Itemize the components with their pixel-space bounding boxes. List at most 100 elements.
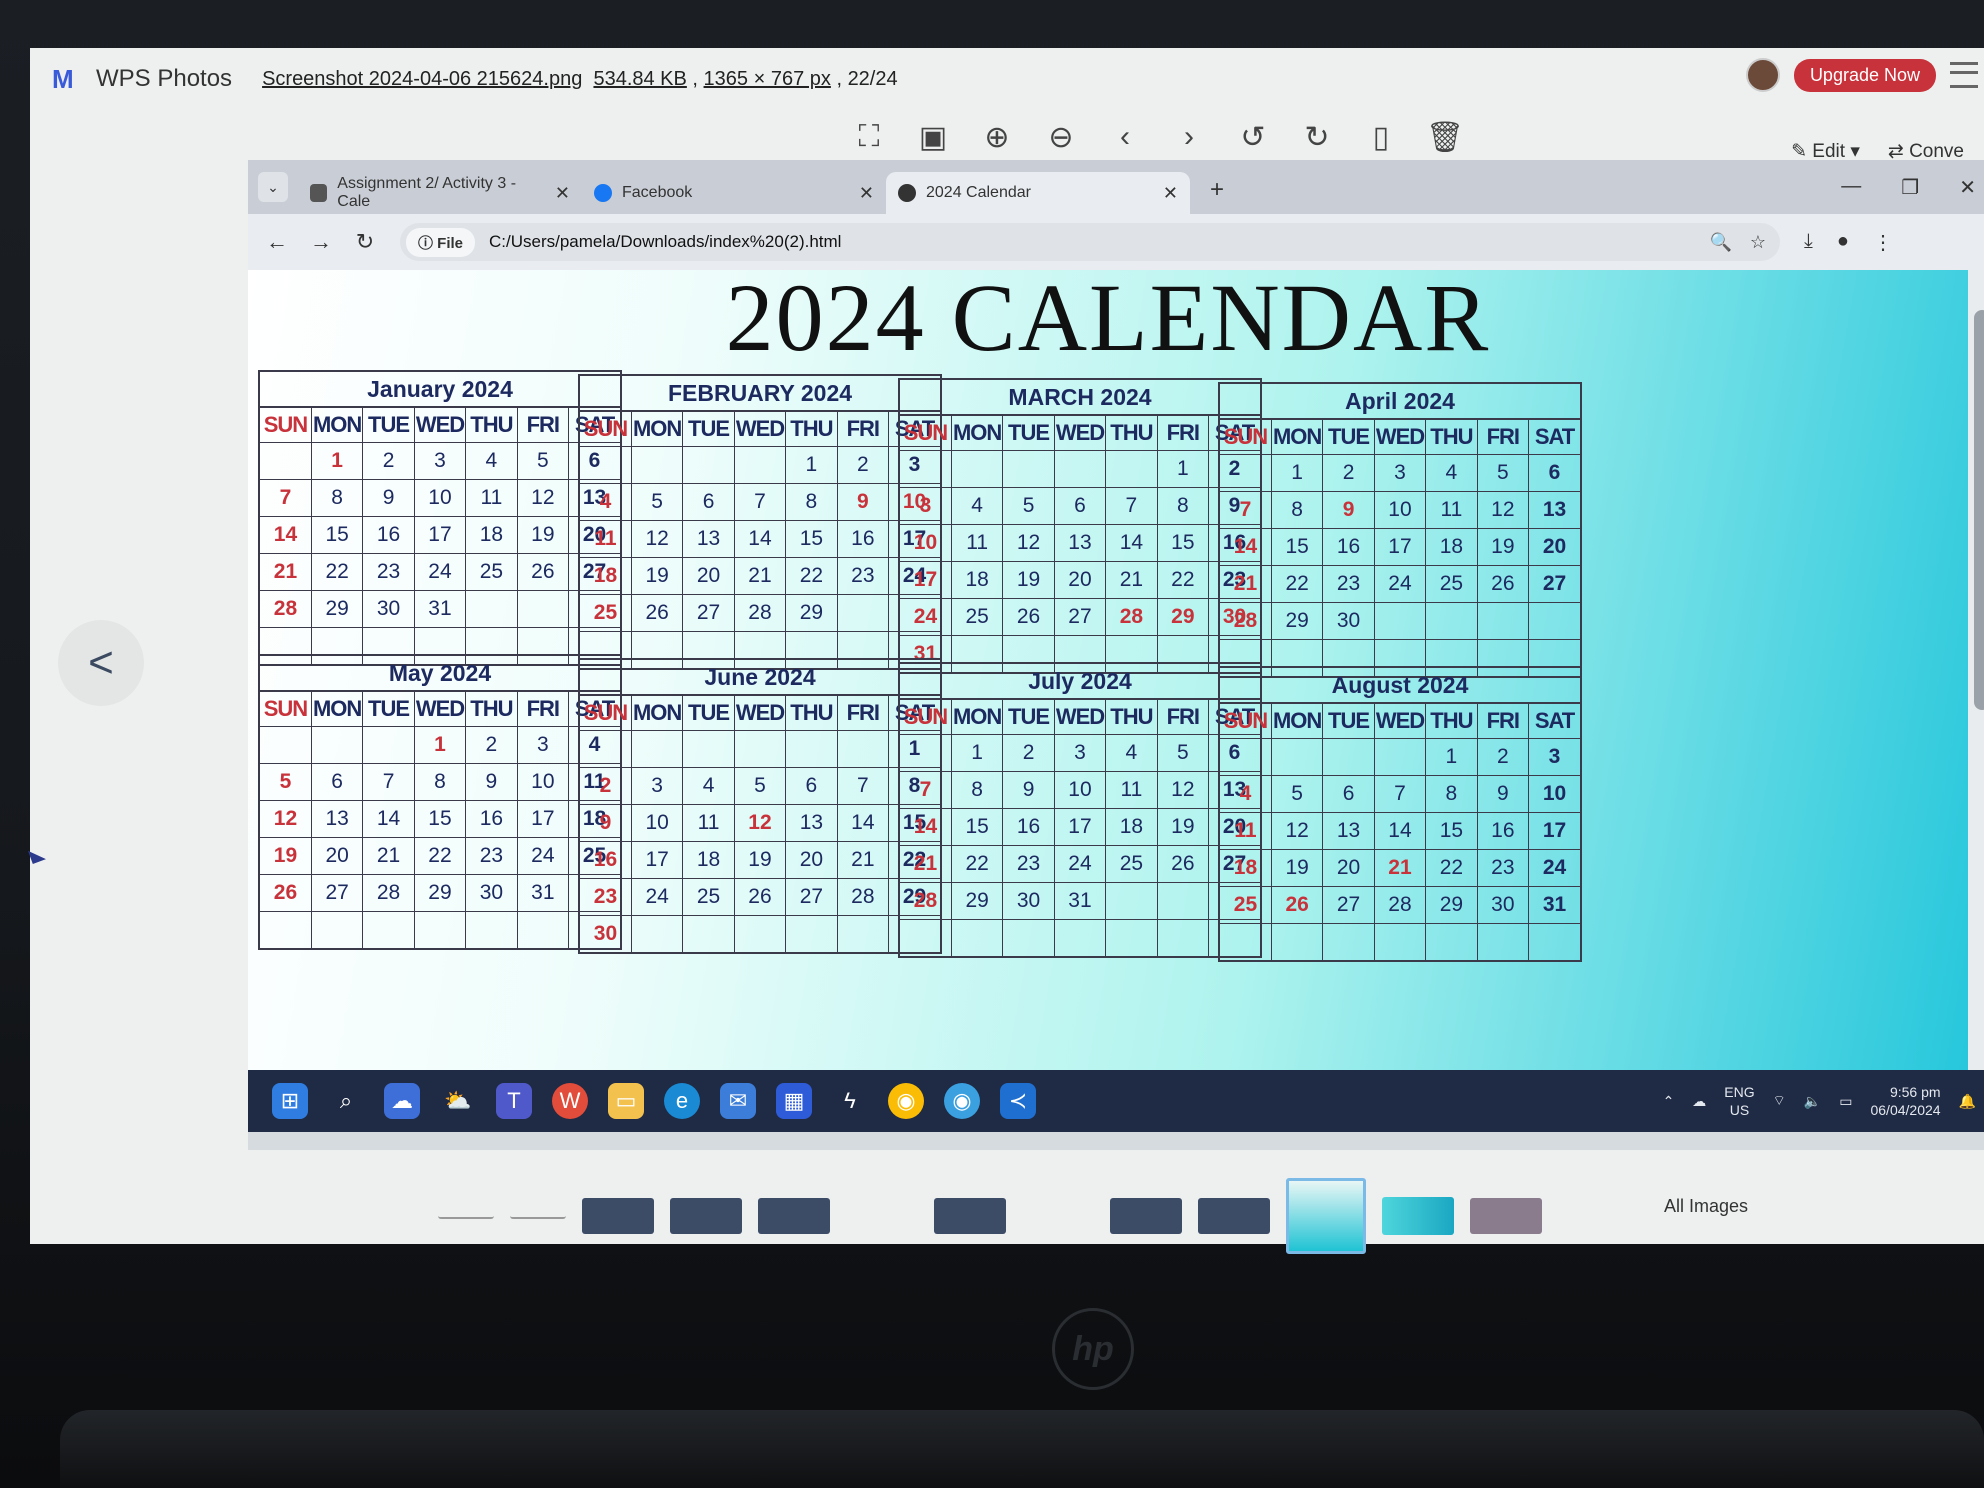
day-cell: 12 — [734, 804, 787, 842]
start-icon[interactable]: ⊞ — [272, 1083, 308, 1119]
edge-icon[interactable]: e — [664, 1083, 700, 1119]
search-icon[interactable]: ⌕ — [328, 1083, 364, 1119]
store-icon[interactable]: ▦ — [776, 1083, 812, 1119]
thumbnail[interactable] — [670, 1198, 742, 1234]
delete-icon[interactable]: 🗑 — [1426, 118, 1464, 156]
zoom-icon[interactable]: 🔍 — [1709, 232, 1731, 253]
file-explorer-icon[interactable]: ▭ — [608, 1083, 644, 1119]
thumbnail[interactable] — [758, 1198, 830, 1234]
file-chip-label: File — [437, 234, 464, 252]
new-tab-icon[interactable]: + — [1210, 176, 1224, 204]
day-cell: 20 — [1528, 528, 1580, 566]
avatar[interactable] — [1745, 58, 1780, 92]
day-cell: 9 — [1477, 775, 1530, 813]
day-cell: 21 — [1220, 565, 1272, 603]
mail-icon[interactable]: ✉ — [720, 1083, 756, 1119]
wps-office-icon[interactable]: W — [552, 1083, 588, 1119]
thumbnail[interactable] — [1110, 1198, 1182, 1234]
chrome-icon[interactable]: ◉ — [888, 1083, 924, 1119]
wifi-icon[interactable]: ⌔ — [1773, 1092, 1786, 1110]
close-icon[interactable]: ✕ — [1163, 183, 1178, 204]
thumbnail[interactable] — [934, 1198, 1006, 1234]
previous-image-button[interactable]: < — [58, 620, 144, 706]
more-menu-icon[interactable]: ⋮ — [1873, 230, 1893, 255]
forward-icon[interactable]: → — [306, 229, 336, 255]
omnibox[interactable]: ⓘ File C:/Users/pamela/Downloads/index%2… — [400, 223, 1780, 261]
chevron-up-icon[interactable]: ⌃ — [1663, 1093, 1675, 1110]
restore-icon[interactable]: ❐ — [1901, 175, 1919, 200]
notification-bell-icon[interactable]: 🔔 — [1959, 1093, 1976, 1110]
day-cell: 11 — [1425, 491, 1478, 529]
day-cell: 23 — [362, 553, 415, 591]
language-indicator[interactable]: ENG US — [1724, 1083, 1754, 1119]
cloud-icon[interactable]: ☁ — [1692, 1093, 1706, 1110]
day-cell: 13 — [785, 804, 838, 842]
thumbnail[interactable] — [438, 1213, 494, 1219]
teams-icon[interactable]: T — [496, 1083, 532, 1119]
day-cell — [1322, 738, 1375, 776]
day-cell: 20 — [1054, 561, 1107, 599]
rotate-right-icon[interactable]: ↻ — [1298, 118, 1336, 156]
thumbnail[interactable] — [1382, 1197, 1454, 1235]
thumbnail-selected[interactable] — [1286, 1178, 1366, 1254]
minimize-icon[interactable]: — — [1841, 175, 1861, 200]
url-text[interactable]: C:/Users/pamela/Downloads/index%20(2).ht… — [489, 232, 841, 252]
actual-size-icon[interactable]: ▣ — [914, 118, 952, 156]
chrome-profile-icon[interactable]: ◉ — [944, 1083, 980, 1119]
day-cell: 25 — [951, 598, 1004, 636]
day-cell — [1271, 738, 1324, 776]
zoom-out-icon[interactable]: ⊖ — [1042, 118, 1080, 156]
day-cell: 27 — [1054, 598, 1107, 636]
day-cell — [1157, 882, 1210, 920]
tab-facebook[interactable]: Facebook ✕ — [582, 172, 886, 214]
close-window-icon[interactable]: ✕ — [1959, 175, 1976, 200]
day-cell: 17 — [1054, 808, 1107, 846]
thumbnail[interactable] — [582, 1198, 654, 1234]
clock[interactable]: 9:56 pm 06/04/2024 — [1870, 1083, 1940, 1119]
fullscreen-icon[interactable]: ⛶ — [850, 118, 888, 156]
upgrade-now-button[interactable]: Upgrade Now — [1793, 58, 1936, 92]
all-images-link[interactable]: All Images — [1664, 1196, 1748, 1217]
menu-icon[interactable] — [1950, 62, 1978, 88]
back-icon[interactable]: ← — [262, 229, 292, 255]
thumbnail[interactable] — [1022, 1198, 1094, 1234]
bookmark-star-icon[interactable]: ☆ — [1750, 232, 1766, 253]
globe-icon — [898, 184, 916, 202]
thumbnail[interactable] — [1470, 1198, 1542, 1234]
day-cell — [580, 730, 632, 768]
day-cell — [1220, 738, 1272, 776]
previous-icon[interactable]: ‹ — [1106, 118, 1144, 156]
scrollbar[interactable] — [1968, 270, 1984, 1070]
thumbnail[interactable] — [846, 1198, 918, 1234]
tab-2024-calendar[interactable]: 2024 Calendar ✕ — [886, 172, 1190, 214]
reload-icon[interactable]: ↻ — [350, 229, 380, 255]
zoom-in-icon[interactable]: ⊕ — [978, 118, 1016, 156]
close-icon[interactable]: ✕ — [555, 183, 570, 204]
day-cell — [414, 911, 467, 948]
battery-icon[interactable]: ▭ — [1839, 1093, 1852, 1110]
scrollbar-thumb[interactable] — [1974, 310, 1984, 710]
rotate-left-icon[interactable]: ↺ — [1234, 118, 1272, 156]
tab-assignment[interactable]: Assignment 2/ Activity 3 - Cale ✕ — [298, 172, 582, 214]
day-cell: 28 — [260, 590, 312, 628]
vscode-icon[interactable]: ≺ — [1000, 1083, 1036, 1119]
day-cell: 20 — [682, 557, 735, 595]
volume-icon[interactable]: 🔈 — [1804, 1093, 1821, 1110]
close-icon[interactable]: ✕ — [859, 183, 874, 204]
widgets-icon[interactable]: ☁ — [384, 1083, 420, 1119]
flip-icon[interactable]: ▯ — [1362, 118, 1400, 156]
next-icon[interactable]: › — [1170, 118, 1208, 156]
profile-icon[interactable]: ● — [1837, 230, 1849, 255]
thumbnail[interactable] — [1198, 1198, 1270, 1234]
download-icon[interactable]: ⤓ — [1804, 230, 1813, 255]
month-calendar: July 2024 SUN MON TUE WED THU FRI SAT 1 2 3 4 5 6 7 8 9 1… — [898, 662, 1262, 958]
tab-search-icon[interactable]: ⌄ — [258, 172, 288, 202]
browser-tab-bar: ⌄ Assignment 2/ Activity 3 - Cale ✕ Face… — [248, 160, 1984, 214]
file-chip[interactable]: ⓘ File — [406, 227, 476, 257]
weather-icon[interactable]: ⛅ — [440, 1083, 476, 1119]
power-automate-icon[interactable]: ϟ — [832, 1083, 868, 1119]
day-cell: 22 — [785, 557, 838, 595]
file-name[interactable]: Screenshot 2024-04-06 215624.png — [262, 68, 582, 90]
thumbnail[interactable] — [510, 1213, 566, 1219]
day-cell: 3 — [631, 767, 684, 805]
